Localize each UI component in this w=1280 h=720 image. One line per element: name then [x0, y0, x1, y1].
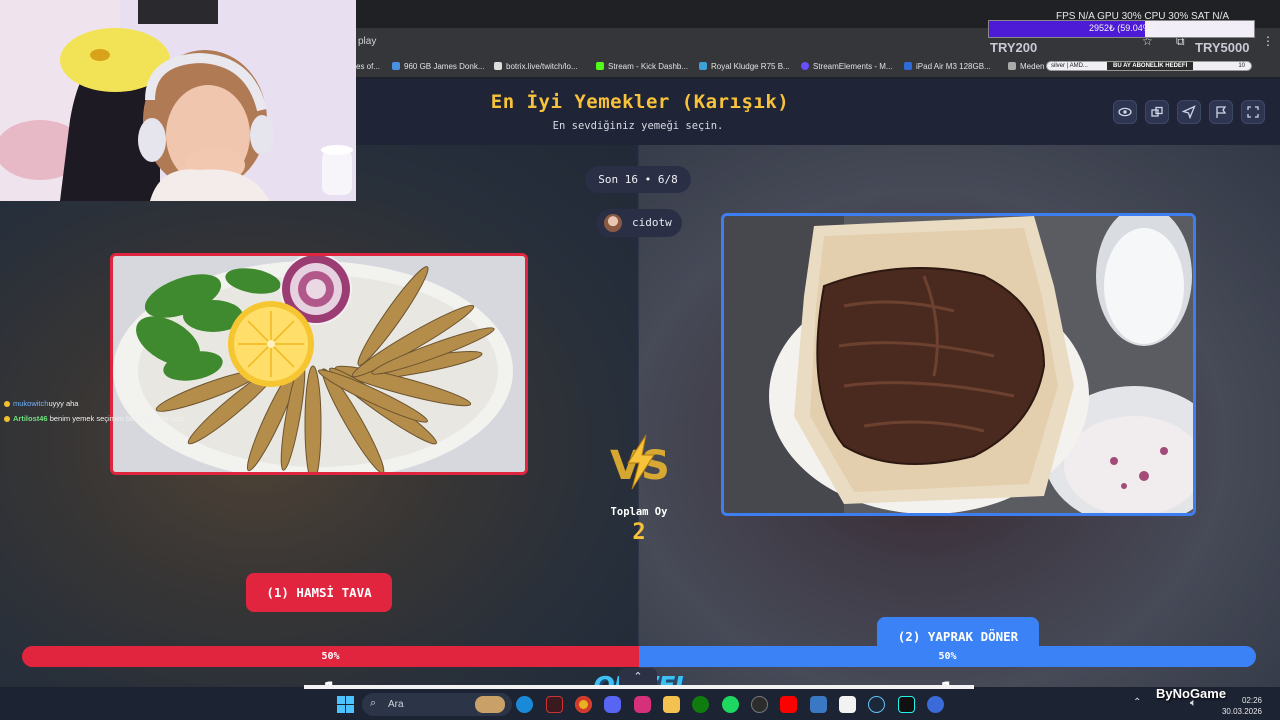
subscription-goal-bar: silver | AMD... BU AY ABONELİK HEDEFİ 10 [1046, 61, 1252, 71]
copy-button[interactable] [1145, 100, 1169, 124]
send-icon [1182, 105, 1196, 119]
bookmark-item[interactable]: iPad Air M3 128GB... [904, 62, 991, 71]
widget-icon[interactable] [475, 696, 505, 713]
chat-text: uyyy aha [48, 399, 79, 408]
spotify-icon[interactable] [722, 696, 739, 713]
hamsi-tava-photo [113, 256, 525, 472]
discord-icon[interactable] [604, 696, 621, 713]
goal-left-text: silver | AMD... [1051, 63, 1088, 69]
copy-icon [1151, 106, 1163, 117]
search-icon: ⌕ [370, 697, 377, 709]
chat-badge-icon [4, 401, 10, 407]
bookmark-icon [1008, 62, 1016, 70]
chat-username: Artilost46 [13, 414, 48, 423]
option-image-left[interactable] [110, 253, 528, 475]
total-votes-value: 2 [632, 520, 646, 545]
bookmark-icon [494, 62, 502, 70]
bookmark-icon [392, 62, 400, 70]
scroll-up-button[interactable]: ⌃ [619, 668, 657, 686]
windows-start-icon[interactable] [337, 696, 354, 713]
youtube-icon[interactable] [780, 696, 797, 713]
bookmark-item[interactable]: 960 GB James Donk... [392, 62, 484, 71]
bookmark-item[interactable]: es of... [356, 62, 380, 71]
bookmark-item[interactable]: Stream - Kick Dashb... [596, 62, 688, 71]
left-percent-bar: 50% [22, 646, 639, 667]
bookmark-item[interactable]: botrix.live/twitch/lo... [494, 62, 578, 71]
goal-count: 10 [1238, 63, 1245, 69]
photos-icon[interactable] [810, 696, 827, 713]
right-percent-bar: 50% [639, 646, 1256, 667]
username: cidotw [632, 216, 672, 229]
eye-icon [1118, 107, 1132, 117]
windows-taskbar: ⌕ Ara ⌃ 🔈︎ 02:26 30.03.2026 [0, 689, 1280, 720]
share-button[interactable] [1177, 100, 1201, 124]
app-icon[interactable] [546, 696, 563, 713]
chevron-up-icon: ⌃ [633, 670, 643, 683]
bookmark-icon [699, 62, 707, 70]
avatar [604, 214, 622, 232]
vs-emblem: VS [610, 434, 670, 490]
xbox-icon[interactable] [692, 696, 709, 713]
notepad-icon[interactable] [839, 696, 856, 713]
option-left-button[interactable]: (1) HAMSİ TAVA [246, 573, 392, 612]
menu-icon[interactable]: ⋮ [1262, 34, 1274, 48]
bookmark-item[interactable]: StreamElements - M... [801, 62, 893, 71]
webcam-feed [0, 0, 356, 201]
chat-message: Artilost46 benim yemek seçimim bitti pil… [4, 414, 184, 423]
fullscreen-icon [1247, 106, 1259, 118]
tiktok-icon[interactable] [898, 696, 915, 713]
folder-icon[interactable] [663, 696, 680, 713]
app-icon[interactable] [751, 696, 768, 713]
search-label: Ara [388, 699, 404, 710]
right-percent-text: 50% [938, 651, 957, 662]
report-button[interactable] [1209, 100, 1233, 124]
edge-icon[interactable] [516, 696, 533, 713]
chat-badge-icon [4, 416, 10, 422]
left-percent-text: 50% [321, 651, 340, 662]
donation-min-label: TRY200 [990, 40, 1038, 55]
donation-progress-text: 2952₺ (59.04%) [1089, 23, 1154, 33]
chat-text: benim yemek seçimim bitti pilav yok oda [49, 414, 184, 423]
clock-date: 30.03.2026 [1221, 707, 1262, 716]
donation-progress-bar: 2952₺ (59.04%) [988, 20, 1255, 38]
round-indicator: Son 16 • 6/8 [585, 166, 691, 193]
chevron-up-icon[interactable]: ⌃ [1133, 697, 1141, 708]
bookmark-icon [904, 62, 912, 70]
webcam-overlay [0, 0, 356, 201]
eye-button[interactable] [1113, 100, 1137, 124]
yaprak-doner-photo [724, 216, 1193, 513]
steam-icon[interactable] [868, 696, 885, 713]
goal-label: BU AY ABONELİK HEDEFİ [1113, 63, 1188, 69]
chat-username: mukowitch [13, 399, 49, 408]
streamelements-icon [801, 62, 809, 70]
app-icon[interactable] [927, 696, 944, 713]
total-votes-label: Toplam Oy [610, 506, 668, 518]
instagram-icon[interactable] [634, 696, 651, 713]
donation-max-label: TRY5000 [1195, 40, 1250, 55]
user-badge[interactable]: cidotw [596, 209, 682, 237]
chat-message: mukowitchuyyy aha [4, 399, 78, 408]
bynogame-watermark: ByNoGame [1156, 686, 1227, 701]
bookmark-item[interactable]: Royal Kludge R75 B... [699, 62, 790, 71]
chrome-icon[interactable] [575, 696, 592, 713]
fullscreen-button[interactable] [1241, 100, 1265, 124]
bookmark-item[interactable]: Meden [1008, 62, 1044, 71]
kick-icon [596, 62, 604, 70]
address-text: play [358, 36, 377, 47]
flag-icon [1216, 106, 1227, 118]
option-image-right[interactable] [721, 213, 1196, 516]
